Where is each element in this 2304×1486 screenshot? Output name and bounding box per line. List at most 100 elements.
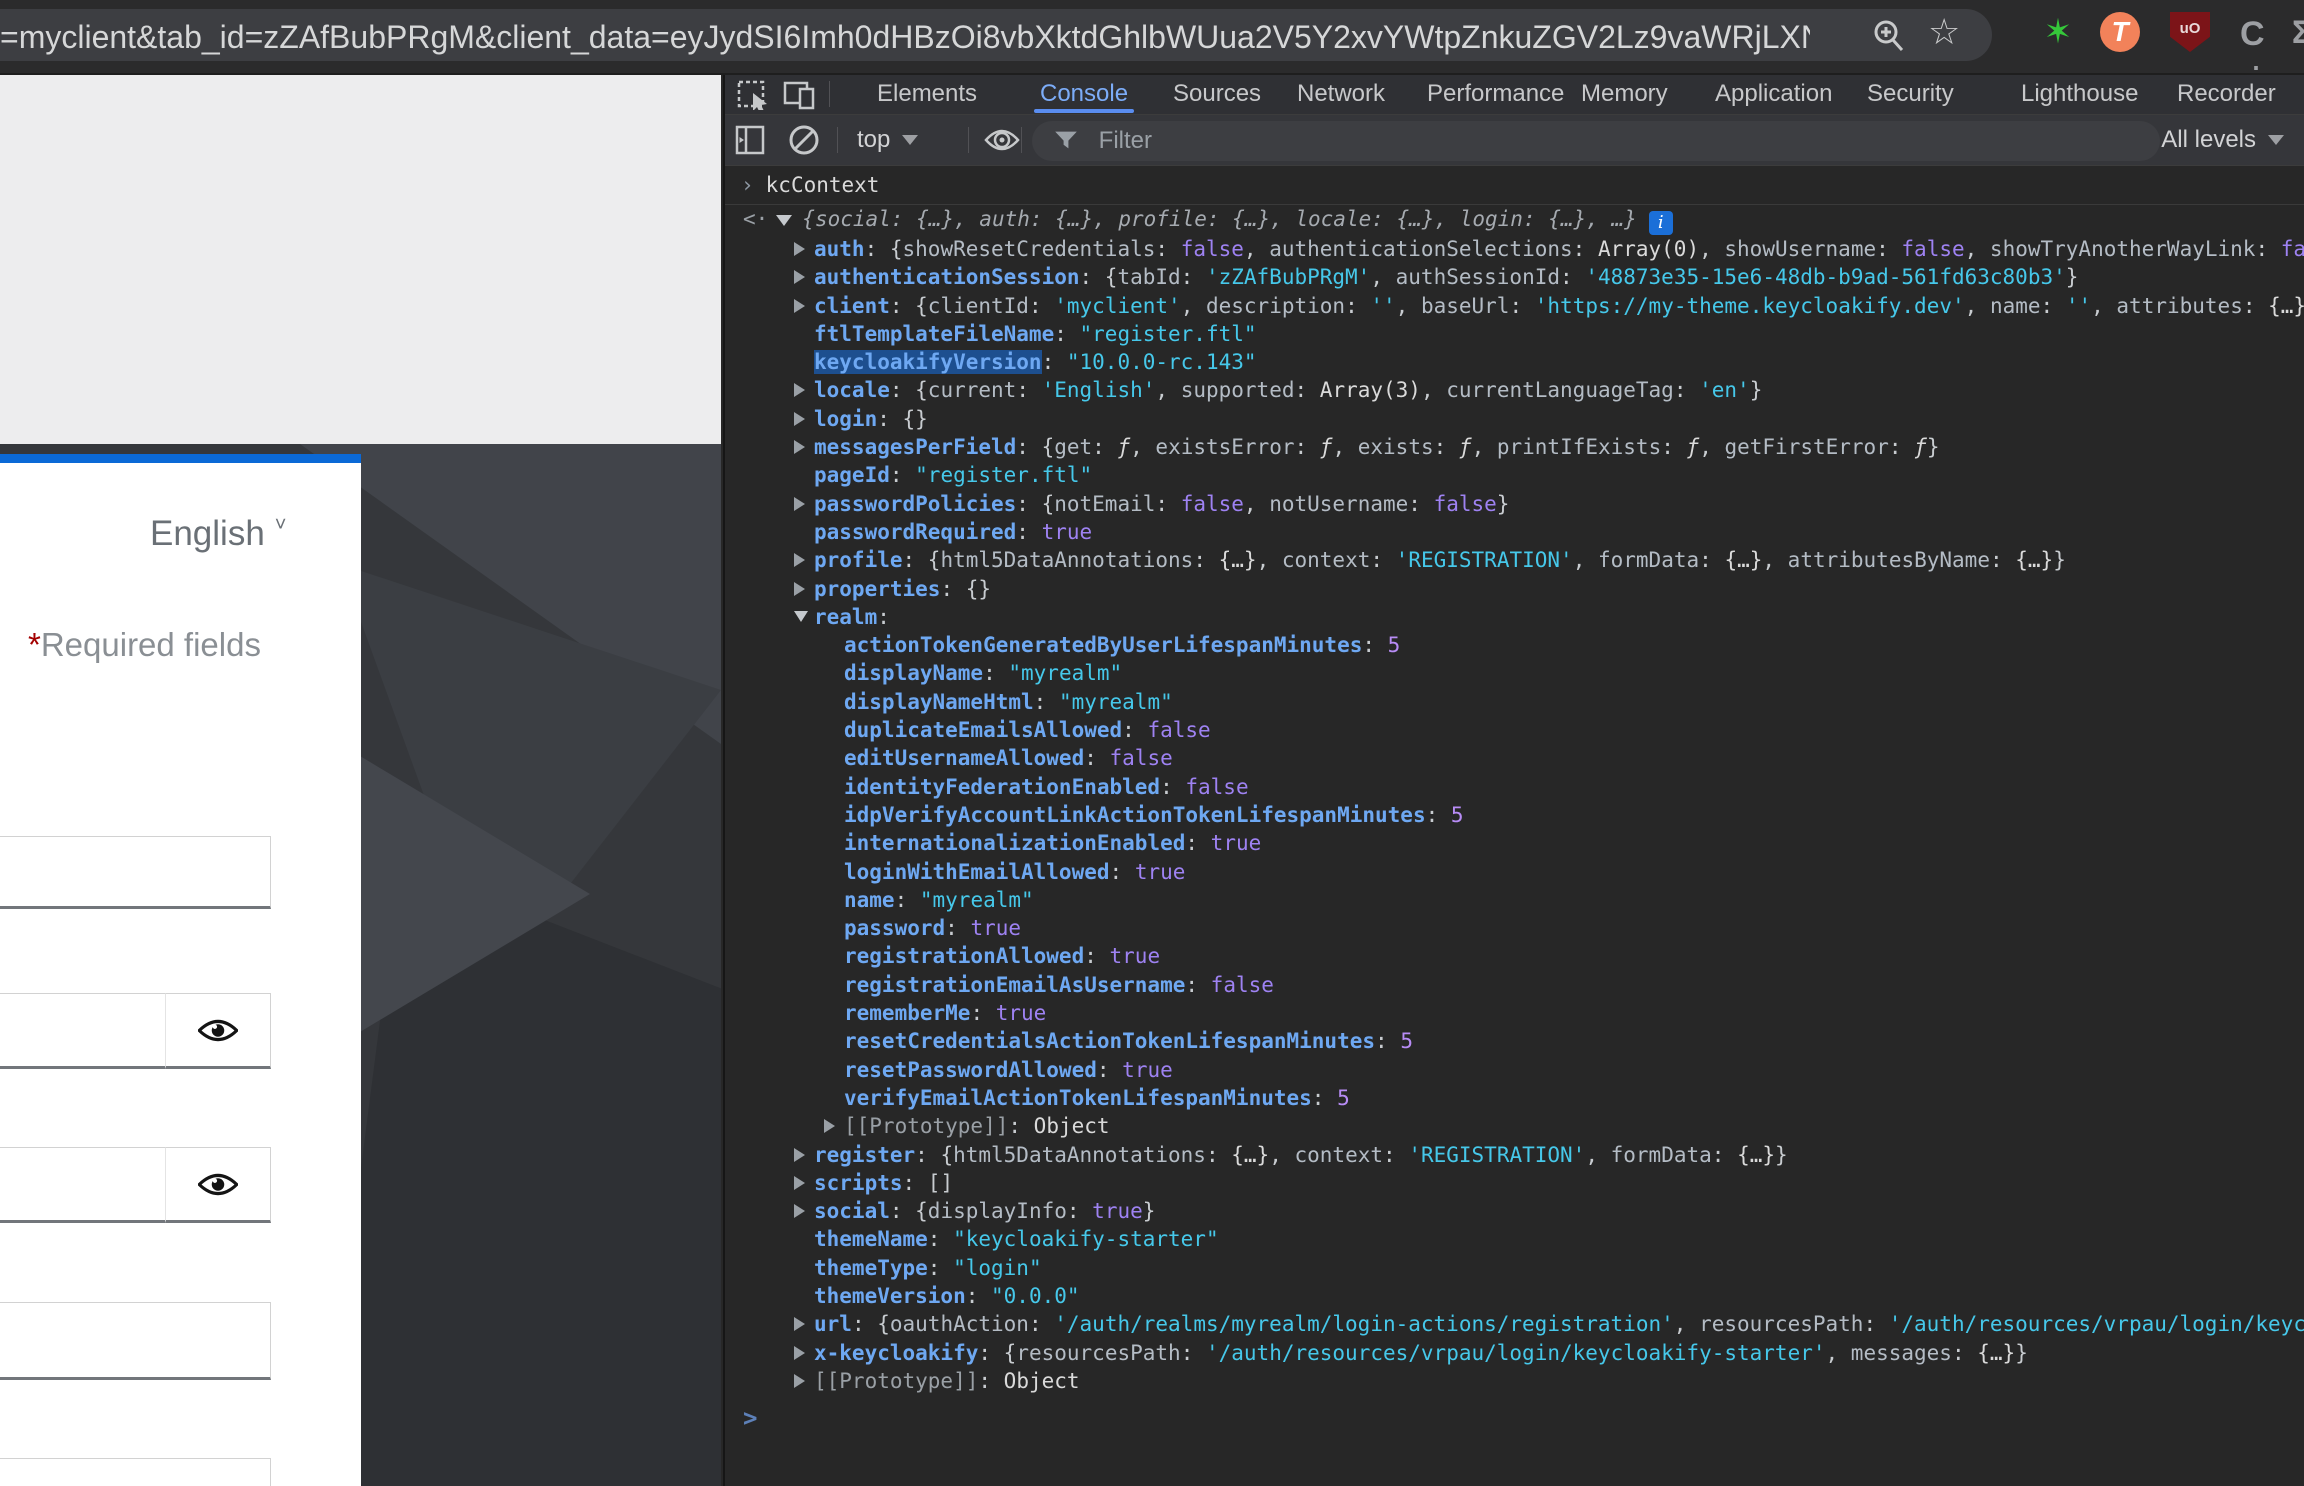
expand-arrow-icon[interactable]	[794, 1367, 810, 1395]
tab-security[interactable]: Security	[1867, 75, 1954, 113]
eye-toggle-button[interactable]	[166, 993, 271, 1069]
extension-c-icon[interactable]: C⋮	[2240, 12, 2280, 52]
live-expression-eye-icon[interactable]	[983, 125, 1021, 155]
console-row: editUsernameAllowed: false	[725, 744, 2304, 772]
extension-partial-icon[interactable]: Σ	[2292, 12, 2304, 52]
console-token: :	[1193, 548, 1218, 572]
extension-star-icon[interactable]: ✶	[2038, 12, 2078, 52]
tab-network[interactable]: Network	[1297, 75, 1385, 113]
console-token: false	[1110, 746, 1173, 770]
inspect-element-icon[interactable]	[737, 80, 771, 110]
tab-performance[interactable]: Performance	[1427, 75, 1564, 113]
expand-arrow-icon[interactable]	[794, 546, 810, 574]
expand-arrow-icon[interactable]	[794, 1169, 810, 1197]
expand-arrow-icon[interactable]	[794, 1197, 810, 1225]
password-confirm-input[interactable]	[0, 1147, 166, 1223]
url-text[interactable]: =myclient&tab_id=zZAfBubPRgM&client_data…	[0, 19, 1810, 56]
tab-elements[interactable]: Elements	[877, 75, 977, 113]
console-row: [[Prototype]]: Object	[725, 1112, 2304, 1140]
console-token: :	[1042, 350, 1067, 374]
expand-arrow-icon[interactable]	[794, 1339, 810, 1367]
expand-arrow-icon[interactable]	[794, 1310, 810, 1338]
tab-recorder[interactable]: Recorder	[2177, 75, 2276, 113]
console-token: identityFederationEnabled	[844, 775, 1160, 799]
console-token: :	[1008, 1114, 1033, 1138]
bookmark-star-icon[interactable]: ☆	[1928, 11, 1960, 53]
console-token: resetPasswordAllowed	[844, 1058, 1097, 1082]
console-token: context	[1295, 1143, 1384, 1167]
console-token: internationalizationEnabled	[844, 831, 1185, 855]
tab-lighthouse[interactable]: Lighthouse	[2021, 75, 2138, 113]
console-token: description	[1206, 294, 1345, 318]
tab-memory[interactable]: Memory	[1581, 75, 1668, 113]
console-token: :	[970, 1001, 995, 1025]
console-token: 5	[1337, 1086, 1350, 1110]
url-bar[interactable]: =myclient&tab_id=zZAfBubPRgM&client_data…	[0, 9, 1992, 61]
console-token: ,	[1396, 294, 1421, 318]
console-token: :	[978, 1369, 1003, 1393]
extension-t-icon[interactable]: T	[2100, 12, 2140, 52]
console-token: rememberMe	[844, 1001, 970, 1025]
expand-arrow-icon[interactable]	[794, 376, 810, 404]
console-token: :	[1375, 1029, 1400, 1053]
console-token: showResetCredentials	[903, 237, 1156, 261]
console-token: 'REGISTRATION'	[1396, 548, 1573, 572]
expand-arrow-icon[interactable]	[794, 1141, 810, 1169]
context-selector[interactable]: top	[857, 115, 918, 165]
tab-sources[interactable]: Sources	[1173, 75, 1261, 113]
console-row: password: true	[725, 914, 2304, 942]
ublock-origin-icon[interactable]: uO	[2170, 12, 2210, 52]
console-row: [[Prototype]]: Object	[725, 1367, 2304, 1395]
tab-application[interactable]: Application	[1715, 75, 1832, 113]
console-row: properties: {}	[725, 575, 2304, 603]
language-selector[interactable]: English˅	[150, 514, 286, 554]
zoom-page-icon[interactable]	[1870, 17, 1908, 55]
log-levels-selector[interactable]: All levels	[2161, 115, 2284, 165]
expand-arrow-icon[interactable]	[794, 575, 810, 603]
info-badge-icon[interactable]: i	[1649, 211, 1673, 235]
dock-sidebar-icon[interactable]	[735, 125, 767, 155]
expand-arrow-icon[interactable]	[794, 235, 810, 263]
toolbar-separator	[1021, 127, 1022, 153]
eye-toggle-button[interactable]	[166, 1147, 271, 1223]
console-toolbar: top Filter All levels	[725, 115, 2304, 166]
expand-arrow-icon[interactable]	[794, 603, 810, 631]
chevron-down-icon: ˅	[275, 514, 287, 536]
console-token: : {	[978, 1341, 1016, 1365]
expand-arrow-icon[interactable]	[794, 263, 810, 291]
expand-arrow-icon[interactable]	[794, 405, 810, 433]
console-token: ,	[1472, 435, 1497, 459]
object-preview[interactable]: {social: {…}, auth: {…}, profile: {…}, l…	[802, 207, 1636, 231]
tab-console[interactable]: Console	[1040, 75, 1128, 113]
console-token: authenticationSelections	[1269, 237, 1572, 261]
expand-arrow-icon[interactable]	[794, 490, 810, 518]
console-prompt-row[interactable]: >	[725, 1403, 2304, 1433]
console-token: :	[1990, 548, 2015, 572]
console-token: '/auth/resources/vrpau/login/keycloakify…	[1206, 1341, 1826, 1365]
console-token: "login"	[953, 1256, 1042, 1280]
clear-console-icon[interactable]	[787, 123, 821, 157]
console-token: attributesByName	[1788, 548, 1990, 572]
console-token: url	[814, 1312, 852, 1336]
device-toolbar-icon[interactable]	[783, 80, 817, 110]
console-token: passwordPolicies	[814, 492, 1016, 516]
console-token: ,	[1181, 294, 1206, 318]
console-token: true	[996, 1001, 1047, 1025]
console-token: "register.ftl"	[1080, 322, 1257, 346]
eye-icon	[198, 1017, 238, 1044]
password-input[interactable]	[0, 993, 166, 1069]
console-token: oauthAction	[890, 1312, 1029, 1336]
console-token: :	[1110, 860, 1135, 884]
text-input[interactable]	[0, 836, 271, 909]
console-token: :	[1426, 803, 1451, 827]
expand-arrow-icon[interactable]	[794, 292, 810, 320]
collapse-arrow-icon[interactable]	[776, 215, 792, 226]
text-input[interactable]	[0, 1302, 271, 1380]
expand-arrow-icon[interactable]	[794, 433, 810, 461]
console-token: : {	[865, 237, 903, 261]
expand-arrow-icon[interactable]	[824, 1112, 840, 1140]
console-token: :	[1206, 1143, 1231, 1167]
console-filter-input[interactable]: Filter	[1032, 121, 2160, 161]
console-token: ,	[1699, 237, 1724, 261]
text-input[interactable]	[0, 1458, 271, 1486]
